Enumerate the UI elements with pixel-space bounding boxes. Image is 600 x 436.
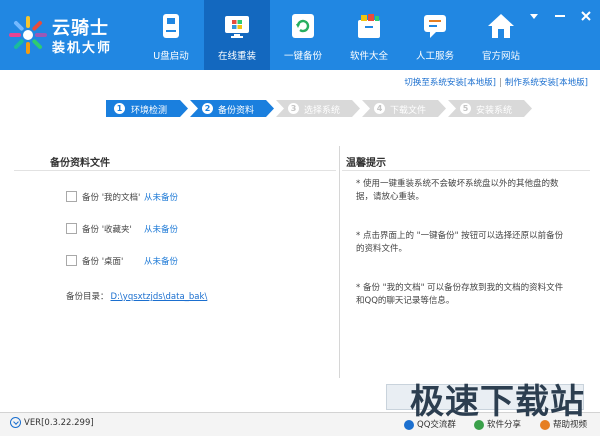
mode-links: 切换至系统安装[本地版] | 制作系统安装[本地版]	[404, 76, 588, 88]
step-number: 2	[202, 103, 213, 114]
nav-official-site[interactable]: 官方网站	[468, 0, 534, 70]
watermark-text: 极速下载站	[410, 382, 585, 422]
version-info[interactable]: VER[0.3.22.299]	[10, 417, 94, 428]
software-box-icon	[358, 14, 380, 38]
logo-subtitle: 装机大师	[52, 41, 113, 56]
nav-label: 在线重装	[217, 51, 256, 62]
tips-panel: 温馨提示 * 使用一键重装系统不会破坏系统盘以外的其他盘的数据，请放心重装。 *…	[342, 146, 590, 378]
tip-item: * 点击界面上的 "一键备份" 按钮可以选择还原以前备份的资料文件。	[356, 231, 564, 254]
backup-item-status[interactable]: 从未备份	[144, 255, 178, 267]
nav-online-reinstall[interactable]: 在线重装	[204, 0, 270, 70]
step-label: 备份资料	[218, 106, 255, 116]
tip-item: * 使用一键重装系统不会破坏系统盘以外的其他盘的数据，请放心重装。	[356, 179, 559, 202]
nav-software[interactable]: 软件大全	[336, 0, 402, 70]
home-icon	[488, 14, 514, 38]
switch-local-link[interactable]: 切换至系统安装[本地版]	[404, 78, 496, 88]
close-icon[interactable]	[580, 10, 592, 22]
usb-drive-icon	[163, 14, 179, 38]
windows-icon	[225, 16, 249, 38]
nav-usb-boot[interactable]: U盘启动	[138, 0, 204, 70]
logo-burst-icon	[9, 16, 47, 54]
menu-dropdown-icon[interactable]	[528, 10, 540, 22]
nav-label: 一键备份	[283, 51, 322, 62]
step-number: 1	[114, 103, 125, 114]
version-text: VER[0.3.22.299]	[24, 418, 94, 428]
nav-label: 软件大全	[349, 51, 388, 62]
window-controls	[528, 10, 592, 22]
chat-service-icon	[424, 15, 446, 38]
nav-service[interactable]: 人工服务	[402, 0, 468, 70]
tips-title: 温馨提示	[346, 158, 386, 169]
backup-documents-checkbox[interactable]	[66, 191, 77, 202]
backup-item-status[interactable]: 从未备份	[144, 191, 178, 203]
step-number: 5	[460, 103, 471, 114]
step-number: 3	[288, 103, 299, 114]
main-nav: U盘启动 在线重装 一键备份 软件大全 人工服务 官方网站	[138, 0, 534, 70]
step-number: 4	[374, 103, 385, 114]
link-separator: |	[498, 78, 502, 88]
watermark: 极速下载站	[396, 370, 600, 422]
backup-favorites-checkbox[interactable]	[66, 223, 77, 234]
step-label: 环境检测	[131, 106, 168, 116]
nav-one-key-backup[interactable]: 一键备份	[270, 0, 336, 70]
backup-desktop-checkbox[interactable]	[66, 255, 77, 266]
panel-divider	[339, 146, 340, 378]
backup-directory-row: 备份目录： D:\yqsxtzjds\data_bak\	[66, 290, 207, 302]
nav-label: U盘启动	[153, 51, 189, 62]
nav-label: 官方网站	[481, 51, 520, 62]
backup-panel: 备份资料文件 备份 '我的文档' 从未备份 备份 '收藏夹' 从未备份 备份 '…	[14, 146, 336, 378]
backup-item-label: 备份 '桌面'	[82, 257, 124, 267]
backup-title-divider	[14, 170, 336, 171]
update-chevron-icon	[10, 417, 21, 428]
make-installer-link[interactable]: 制作系统安装[本地版]	[505, 78, 588, 88]
tip-item: * 备份 "我的文档" 可以备份存放到我的文档的资料文件和QQ的聊天记录等信息。	[356, 283, 564, 306]
backup-item-label: 备份 '我的文档'	[82, 193, 141, 203]
header-bar: 云骑士 装机大师 U盘启动 在线重装 一键备份 软件大全 人工服务 官方网站	[0, 0, 600, 70]
backup-item-status[interactable]: 从未备份	[144, 223, 178, 235]
minimize-icon[interactable]	[554, 10, 566, 22]
backup-item-label: 备份 '收藏夹'	[82, 225, 132, 235]
app-logo: 云骑士 装机大师	[8, 12, 140, 60]
backup-dir-link[interactable]: D:\yqsxtzjds\data_bak\	[111, 292, 208, 302]
backup-title: 备份资料文件	[50, 158, 110, 169]
step-label: 选择系统	[304, 106, 341, 116]
tips-title-divider	[342, 170, 590, 171]
step-label: 下载文件	[390, 106, 427, 116]
nav-label: 人工服务	[415, 51, 454, 62]
refresh-backup-icon	[292, 14, 314, 38]
step-label: 安装系统	[476, 106, 513, 116]
backup-dir-label: 备份目录：	[66, 292, 109, 302]
